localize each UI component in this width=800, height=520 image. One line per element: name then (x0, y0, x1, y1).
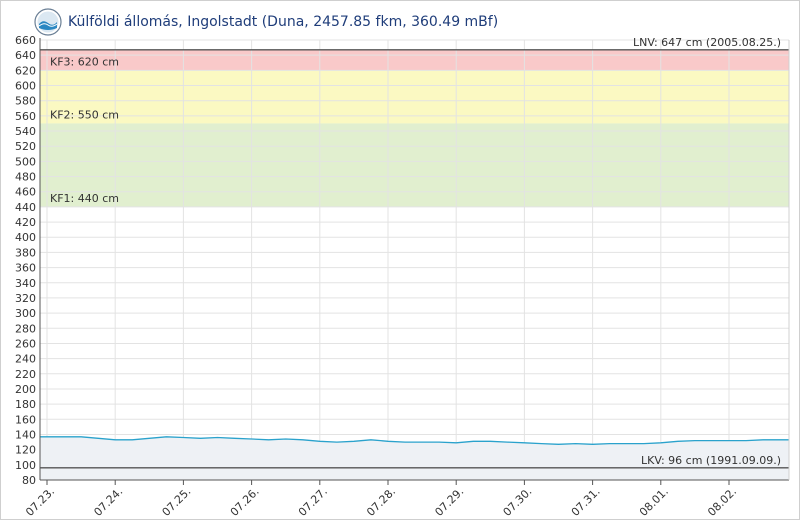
y-tick-label: 440 (15, 201, 36, 214)
x-tick-label: 07.30. (501, 485, 535, 519)
band-label: KF1: 440 cm (50, 192, 119, 205)
x-tick-label: 08.01. (637, 485, 671, 519)
y-tick-label: 100 (15, 459, 36, 472)
x-axis-ticks: 07.23. 07.24. 07.25. 07.26. 07.27. 07.28. 07.2… (23, 485, 739, 519)
x-tick-label: 07.27. (296, 485, 330, 519)
y-tick-label: 520 (15, 140, 36, 153)
y-tick-label: 540 (15, 125, 36, 138)
y-tick-label: 280 (15, 322, 36, 335)
y-tick-label: 140 (15, 428, 36, 441)
alert-band-3 (40, 123, 789, 207)
x-tick-label: 07.29. (432, 485, 466, 519)
y-tick-label: 400 (15, 231, 36, 244)
y-tick-label: 260 (15, 337, 36, 350)
alert-bands (40, 49, 789, 207)
reference-line-label: LNV: 647 cm (2005.08.25.) (633, 36, 781, 49)
y-tick-label: 380 (15, 246, 36, 259)
y-tick-label: 600 (15, 80, 36, 93)
band-label: KF3: 620 cm (50, 55, 119, 68)
y-tick-label: 340 (15, 277, 36, 290)
y-tick-label: 660 (15, 34, 36, 47)
x-tick-label: 07.23. (23, 485, 57, 519)
y-tick-label: 580 (15, 95, 36, 108)
y-tick-label: 360 (15, 262, 36, 275)
y-tick-label: 620 (15, 64, 36, 77)
x-tick-label: 07.28. (364, 485, 398, 519)
y-tick-label: 300 (15, 307, 36, 320)
x-tick-label: 07.24. (91, 485, 125, 519)
band-label: KF2: 550 cm (50, 108, 119, 121)
y-tick-label: 640 (15, 49, 36, 62)
y-axis-ticks: 80 100 120 140 160 180 200 220 240 260 280 300 320 34… (15, 34, 36, 487)
water-level-chart: LNV: 647 cm (2005.08.25.) LKV: 96 cm (199… (15, 34, 790, 519)
y-tick-label: 420 (15, 216, 36, 229)
x-tick-label: 08.02. (705, 485, 739, 519)
y-tick-label: 560 (15, 110, 36, 123)
reference-line-label: LKV: 96 cm (1991.09.09.) (641, 454, 781, 467)
y-tick-label: 460 (15, 186, 36, 199)
y-tick-label: 160 (15, 413, 36, 426)
y-tick-label: 480 (15, 171, 36, 184)
y-tick-label: 80 (22, 474, 36, 487)
x-tick-label: 07.31. (569, 485, 603, 519)
x-tick-label: 07.26. (228, 485, 262, 519)
y-tick-label: 500 (15, 155, 36, 168)
y-tick-label: 220 (15, 368, 36, 381)
y-tick-label: 320 (15, 292, 36, 305)
y-tick-label: 180 (15, 398, 36, 411)
y-tick-label: 240 (15, 353, 36, 366)
y-tick-label: 200 (15, 383, 36, 396)
y-tick-label: 120 (15, 444, 36, 457)
alert-band-1 (40, 49, 789, 71)
x-tick-label: 07.25. (160, 485, 194, 519)
